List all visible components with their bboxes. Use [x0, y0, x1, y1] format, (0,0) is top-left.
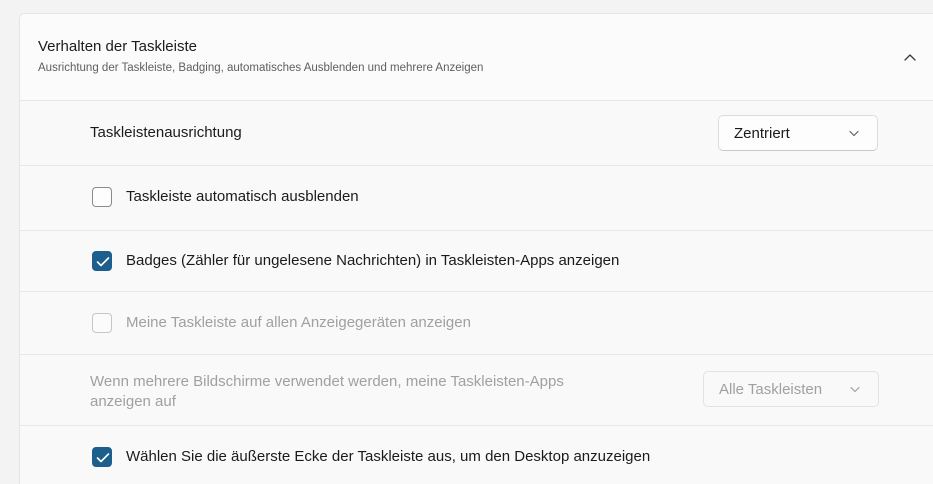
desktop-corner-label: Wählen Sie die äußerste Ecke der Tasklei… [126, 448, 651, 465]
multi-monitor-row: Wenn mehrere Bildschirme verwendet werde… [20, 355, 933, 426]
taskbar-behaviors-header[interactable]: Verhalten der Taskleiste Ausrichtung der… [20, 14, 933, 101]
all-displays-checkbox[interactable] [92, 313, 112, 333]
multi-monitor-dropdown-value: Alle Taskleisten [719, 381, 823, 398]
multi-monitor-label-line2: anzeigen auf [90, 393, 176, 410]
multi-monitor-dropdown[interactable]: Alle Taskleisten [703, 371, 879, 407]
badges-label: Badges (Zähler für ungelesene Nachrichte… [126, 252, 620, 269]
autohide-row: Taskleiste automatisch ausblenden [20, 166, 933, 231]
chevron-down-icon [849, 130, 859, 137]
multi-monitor-label-line1: Wenn mehrere Bildschirme verwendet werde… [90, 373, 564, 390]
alignment-row: Taskleistenausrichtung Zentriert [20, 101, 933, 166]
checkmark-icon [96, 453, 110, 463]
section-title: Verhalten der Taskleiste [38, 38, 197, 55]
all-displays-label: Meine Taskleiste auf allen Anzeigegeräte… [126, 314, 471, 331]
badges-checkbox[interactable] [92, 251, 112, 271]
alignment-dropdown[interactable]: Zentriert [718, 115, 878, 151]
badges-row: Badges (Zähler für ungelesene Nachrichte… [20, 231, 933, 292]
alignment-label: Taskleistenausrichtung [90, 124, 242, 141]
desktop-corner-checkbox[interactable] [92, 447, 112, 467]
autohide-checkbox[interactable] [92, 187, 112, 207]
autohide-label: Taskleiste automatisch ausblenden [126, 188, 359, 205]
taskbar-behaviors-panel: Verhalten der Taskleiste Ausrichtung der… [19, 13, 933, 484]
multi-monitor-label: Wenn mehrere Bildschirme verwendet werde… [90, 372, 564, 412]
chevron-down-icon [850, 386, 860, 393]
section-subtitle: Ausrichtung der Taskleiste, Badging, aut… [38, 62, 484, 74]
all-displays-row: Meine Taskleiste auf allen Anzeigegeräte… [20, 292, 933, 355]
checkmark-icon [96, 257, 110, 267]
chevron-up-icon[interactable] [902, 50, 918, 64]
alignment-dropdown-value: Zentriert [734, 125, 790, 142]
desktop-corner-row: Wählen Sie die äußerste Ecke der Tasklei… [20, 426, 933, 484]
